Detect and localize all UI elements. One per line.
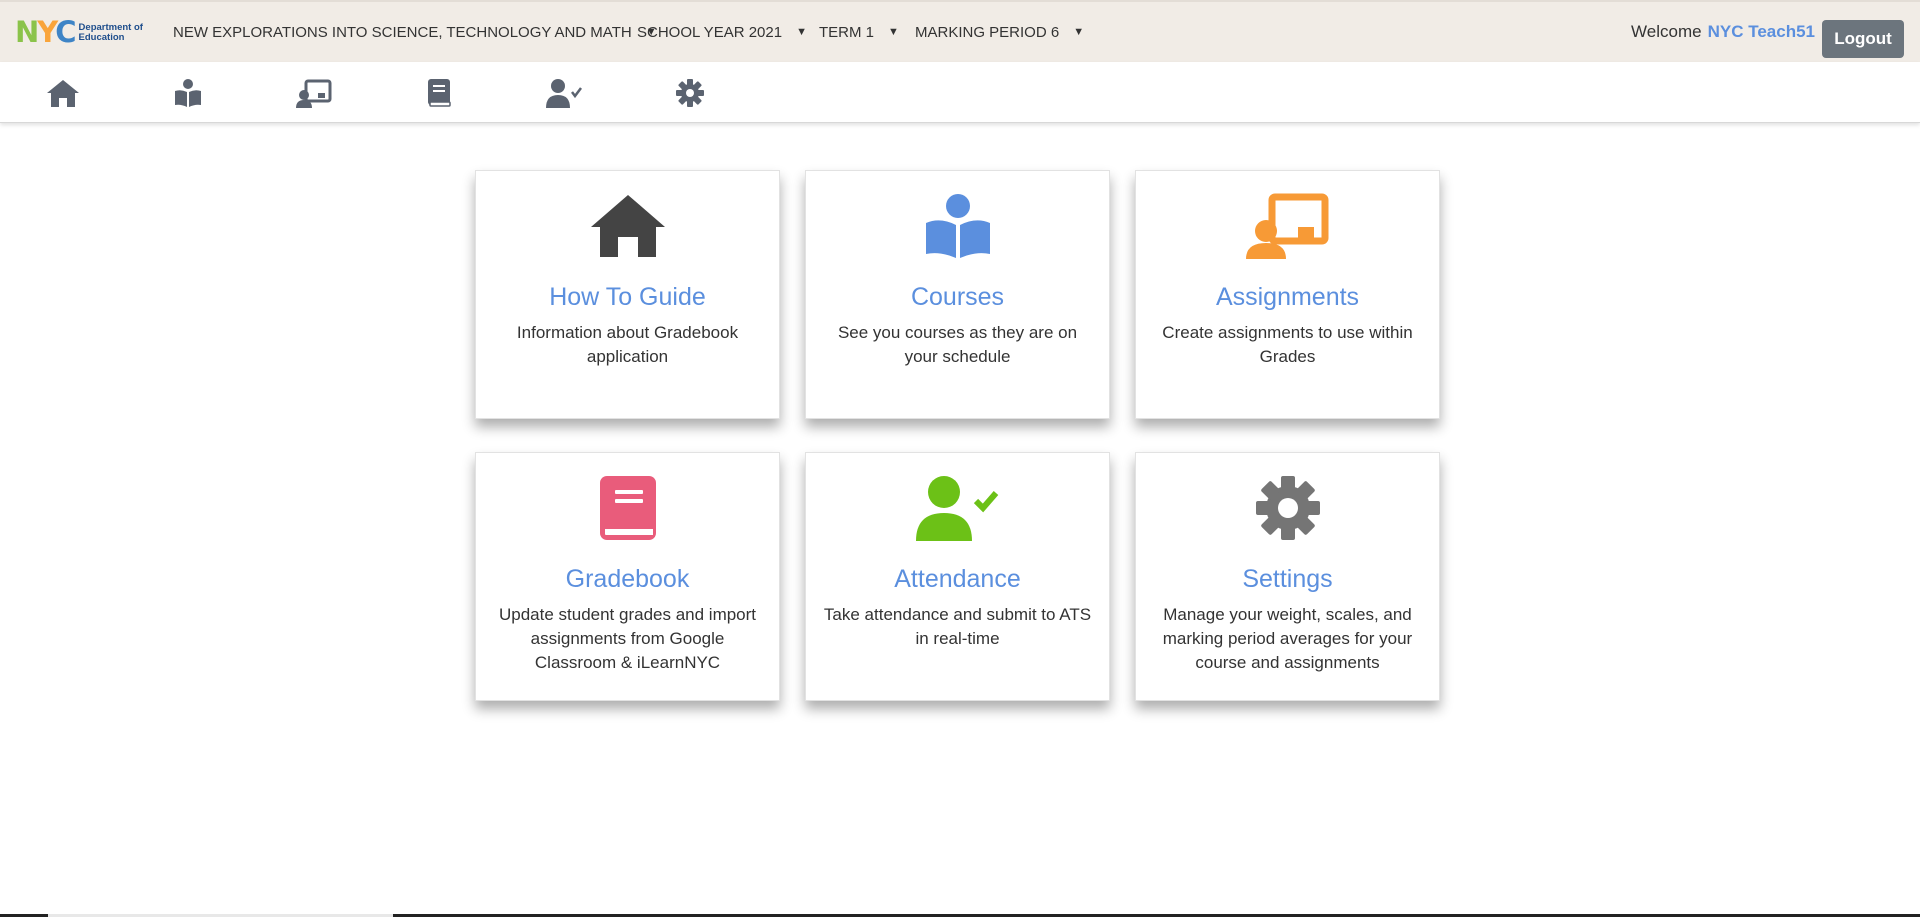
- nav-home-icon[interactable]: [45, 77, 81, 109]
- card-title: How To Guide: [549, 283, 706, 311]
- card-attendance[interactable]: Attendance Take attendance and submit to…: [805, 452, 1110, 701]
- nav-settings-icon[interactable]: [672, 77, 708, 109]
- user-name[interactable]: NYC Teach51: [1708, 22, 1815, 42]
- assignments-icon: [1136, 193, 1439, 259]
- nav-courses-icon[interactable]: [170, 77, 206, 109]
- home-icon: [476, 193, 779, 259]
- card-description: See you courses as they are on your sche…: [837, 323, 1078, 366]
- card-description: Information about Gradebook application: [516, 323, 739, 366]
- logo-nyc-text: NYC: [15, 15, 77, 49]
- courses-icon: [806, 193, 1109, 259]
- gradebook-icon: [476, 475, 779, 541]
- card-description: Manage your weight, scales, and marking …: [1162, 605, 1413, 672]
- marking-period-label: MARKING PERIOD 6: [915, 23, 1060, 41]
- card-title: Settings: [1242, 565, 1333, 593]
- card-gradebook[interactable]: Gradebook Update student grades and impo…: [475, 452, 780, 701]
- chevron-down-icon: ▼: [888, 26, 899, 38]
- term-dropdown[interactable]: TERM 1 ▼: [819, 2, 899, 62]
- nyc-doe-logo[interactable]: NYC Department of Education: [15, 18, 143, 47]
- chevron-down-icon: ▼: [1073, 26, 1085, 38]
- school-dropdown[interactable]: NEW EXPLORATIONS INTO SCIENCE, TECHNOLOG…: [173, 2, 657, 62]
- card-description: Create assignments to use within Grades: [1162, 323, 1413, 366]
- welcome-message: Welcome NYC Teach51: [1631, 2, 1815, 62]
- chevron-down-icon: ▼: [796, 26, 807, 38]
- marking-period-dropdown[interactable]: MARKING PERIOD 6 ▼: [915, 2, 1084, 62]
- school-year-label: SCHOOL YEAR 2021: [637, 23, 783, 41]
- card-settings[interactable]: Settings Manage your weight, scales, and…: [1135, 452, 1440, 701]
- top-bar: NYC Department of Education NEW EXPLORATI…: [0, 0, 1920, 62]
- logout-button[interactable]: Logout: [1822, 20, 1904, 58]
- welcome-label: Welcome: [1631, 22, 1702, 41]
- card-title: Gradebook: [565, 565, 690, 593]
- logo-dept-text: Department of Education: [78, 21, 143, 43]
- icon-nav-bar: [0, 62, 1920, 123]
- card-courses[interactable]: Courses See you courses as they are on y…: [805, 170, 1110, 419]
- card-title: Courses: [910, 283, 1005, 311]
- card-title: Attendance: [894, 565, 1021, 593]
- nav-assignments-icon[interactable]: [296, 77, 332, 109]
- card-description: Take attendance and submit to ATS in rea…: [823, 605, 1092, 648]
- card-how-to-guide[interactable]: How To Guide Information about Gradebook…: [475, 170, 780, 419]
- card-assignments[interactable]: Assignments Create assignments to use wi…: [1135, 170, 1440, 419]
- nav-attendance-icon[interactable]: [546, 77, 582, 109]
- school-label: NEW EXPLORATIONS INTO SCIENCE, TECHNOLOG…: [173, 23, 632, 41]
- school-year-dropdown[interactable]: SCHOOL YEAR 2021 ▼: [637, 2, 807, 62]
- nav-gradebook-icon[interactable]: [421, 77, 457, 109]
- card-description: Update student grades and import assignm…: [498, 605, 757, 672]
- attendance-icon: [806, 475, 1109, 541]
- term-label: TERM 1: [819, 23, 875, 41]
- settings-icon: [1136, 475, 1439, 541]
- card-title: Assignments: [1215, 283, 1360, 311]
